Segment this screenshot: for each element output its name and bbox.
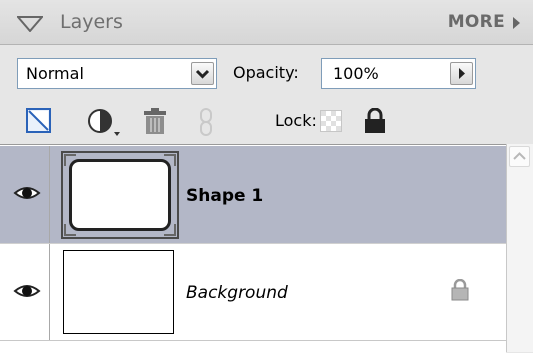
collapse-triangle-icon[interactable] [17, 16, 43, 32]
panel-header: Layers MORE [0, 0, 533, 45]
list-divider [0, 340, 506, 341]
trash-icon[interactable] [143, 108, 167, 135]
row-divider [49, 146, 50, 243]
chevron-up-icon [513, 152, 526, 160]
opacity-field[interactable]: 100% [321, 58, 476, 89]
blend-mode-select[interactable]: Normal [17, 58, 217, 89]
layers-panel: Layers MORE Normal Opacity: 100% Lock: S… [0, 0, 533, 353]
opacity-label: Opacity: [233, 63, 299, 82]
lock-transparency-icon[interactable] [320, 110, 342, 132]
panel-title: Layers [60, 11, 123, 33]
layer-name[interactable]: Shape 1 [186, 186, 263, 206]
chevron-right-icon [459, 68, 465, 79]
layer-row-shape-1[interactable]: Shape 1 [0, 146, 506, 243]
chevron-down-icon [195, 69, 210, 79]
shape-layer-thumbnail[interactable] [61, 151, 179, 239]
play-arrow-icon[interactable] [512, 17, 521, 29]
layer-row-background[interactable]: Background [0, 243, 506, 341]
blend-mode-value: Normal [26, 64, 84, 83]
adjustment-layer-icon[interactable] [86, 108, 124, 138]
scroll-up-button[interactable] [509, 146, 530, 167]
eye-icon[interactable] [12, 182, 42, 204]
row-divider [49, 244, 50, 341]
lock-icon[interactable] [451, 279, 469, 301]
eye-icon[interactable] [12, 280, 42, 302]
layer-name[interactable]: Background [186, 283, 288, 303]
vertical-scrollbar[interactable] [506, 144, 533, 352]
new-layer-icon[interactable] [26, 108, 51, 133]
lock-all-icon[interactable] [364, 108, 386, 134]
lock-label: Lock: [275, 111, 317, 130]
more-button[interactable]: MORE [448, 12, 505, 32]
background-layer-thumbnail[interactable] [63, 250, 174, 334]
opacity-slider-button[interactable] [450, 62, 473, 85]
link-icon[interactable] [199, 108, 213, 136]
blend-mode-dropdown-button[interactable] [191, 62, 214, 85]
opacity-value: 100% [333, 64, 379, 83]
